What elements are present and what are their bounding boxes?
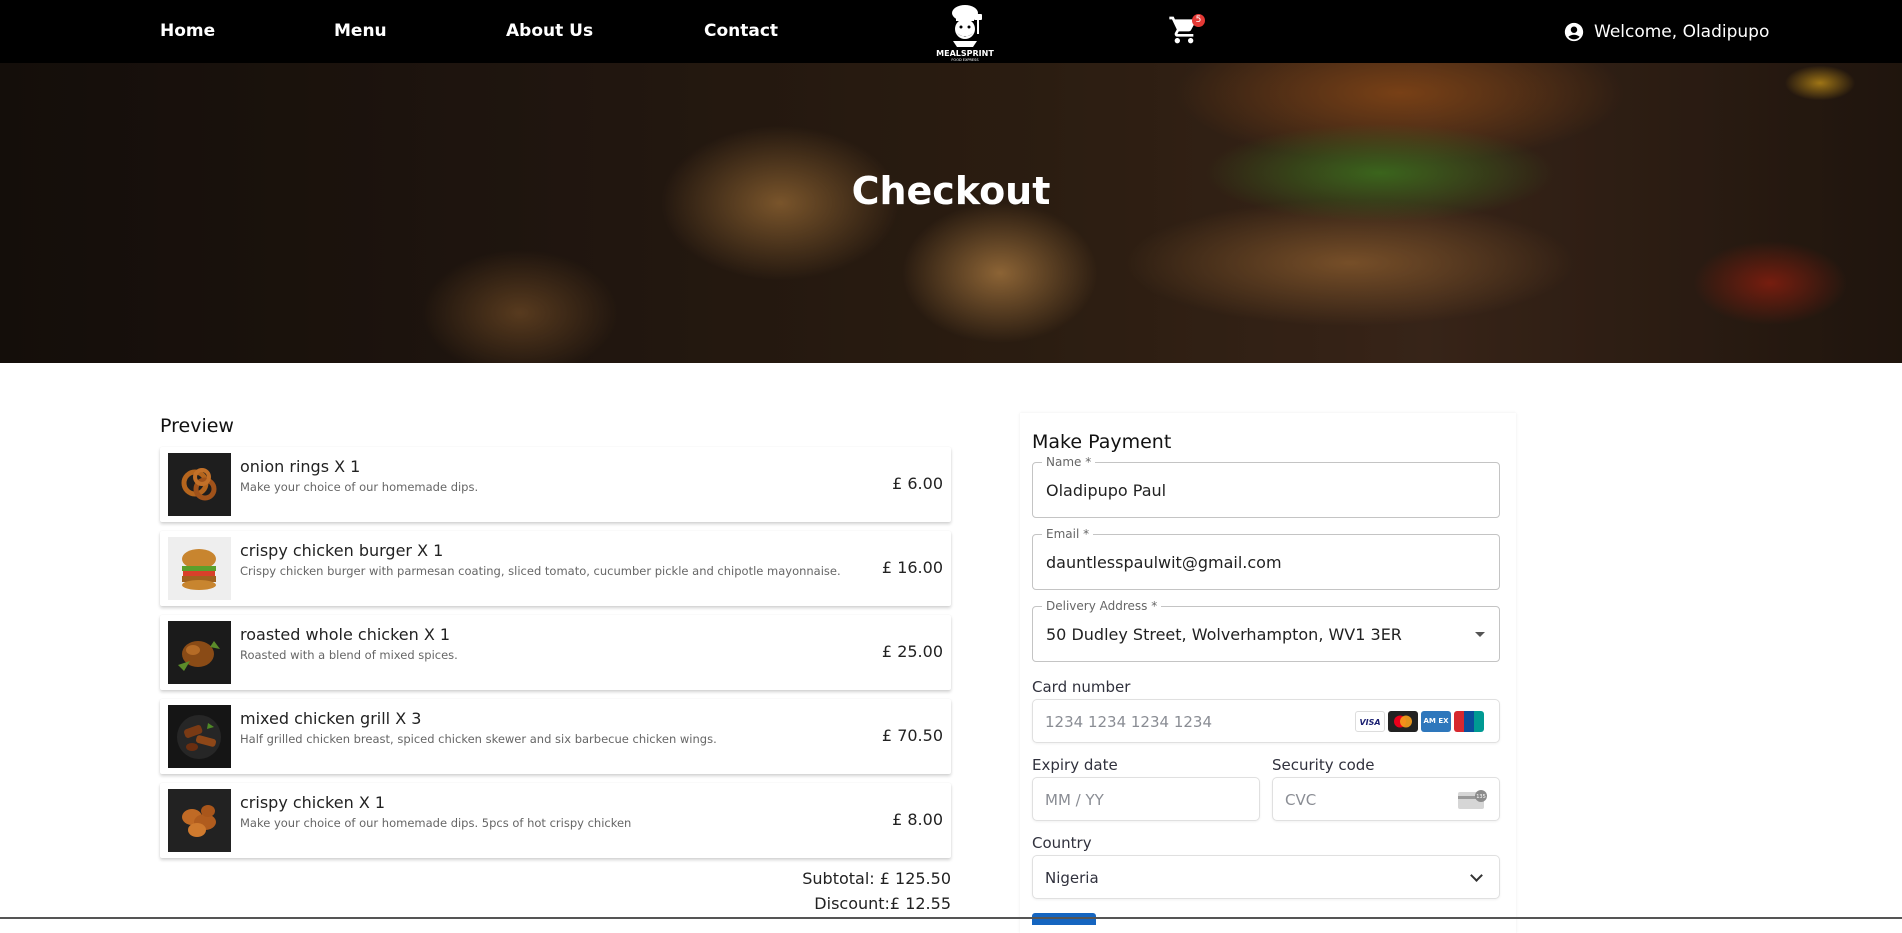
name-field[interactable]: Name * <box>1032 455 1500 518</box>
item-price: £ 6.00 <box>892 474 943 493</box>
security-code-label: Security code <box>1272 756 1375 774</box>
nav-menu-link[interactable]: Menu <box>334 21 387 41</box>
hero-banner: Checkout <box>0 63 1902 363</box>
cvc-placeholder: CVC <box>1285 791 1317 809</box>
chef-logo-icon: MEALSPRINT FOOD EXPRESS <box>936 5 994 62</box>
item-name: mixed chicken grill X 3 <box>240 709 422 728</box>
country-label: Country <box>1032 834 1092 852</box>
expiry-placeholder: MM / YY <box>1045 791 1104 809</box>
preview-heading: Preview <box>160 415 234 437</box>
roasted-chicken-image <box>168 621 231 684</box>
order-item: roasted whole chicken X 1 Roasted with a… <box>160 615 951 690</box>
pay-button[interactable] <box>1032 913 1096 925</box>
page-title: Checkout <box>851 169 1051 213</box>
item-name: crispy chicken burger X 1 <box>240 541 444 560</box>
expiry-label: Expiry date <box>1032 756 1118 774</box>
item-description: Make your choice of our homemade dips. 5… <box>240 816 632 830</box>
card-number-placeholder: 1234 1234 1234 1234 <box>1045 713 1212 731</box>
item-price: £ 70.50 <box>881 726 943 745</box>
nav-contact-link[interactable]: Contact <box>704 21 778 41</box>
order-item: crispy chicken X 1 Make your choice of o… <box>160 783 951 858</box>
visa-icon: VISA <box>1355 711 1385 732</box>
delivery-address-select[interactable]: Delivery Address * 50 Dudley Street, Wol… <box>1032 599 1500 662</box>
email-input[interactable] <box>1046 553 1466 572</box>
dropdown-arrow-icon <box>1475 632 1485 637</box>
item-price: £ 25.00 <box>881 642 943 661</box>
svg-text:135: 135 <box>1476 794 1486 800</box>
item-description: Crispy chicken burger with parmesan coat… <box>240 564 841 578</box>
name-input[interactable] <box>1046 481 1466 500</box>
top-navbar: Home Menu About Us Contact MEALSPRINT FO… <box>0 0 1902 63</box>
amex-icon: AM EX <box>1421 711 1451 732</box>
welcome-text: Welcome, Oladipupo <box>1594 22 1770 42</box>
unionpay-icon <box>1454 711 1484 732</box>
country-value: Nigeria <box>1045 869 1099 887</box>
item-description: Make your choice of our homemade dips. <box>240 480 479 494</box>
country-select[interactable]: Nigeria <box>1032 855 1500 899</box>
mastercard-icon <box>1388 711 1418 732</box>
user-menu[interactable]: Welcome, Oladipupo <box>1563 19 1769 45</box>
cvc-card-icon: 135 <box>1458 790 1488 810</box>
chevron-down-icon <box>1470 869 1483 882</box>
card-number-input[interactable]: 1234 1234 1234 1234 VISA AM EX <box>1032 699 1500 743</box>
svg-text:MEALSPRINT: MEALSPRINT <box>936 49 994 58</box>
cart-count-badge: 5 <box>1192 14 1205 27</box>
email-label: Email * <box>1042 527 1094 541</box>
item-name: onion rings X 1 <box>240 457 361 476</box>
subtotal: Subtotal: £ 125.50 <box>802 869 951 888</box>
security-code-input[interactable]: CVC 135 <box>1272 777 1500 821</box>
name-label: Name * <box>1042 455 1096 469</box>
account-circle-icon <box>1564 22 1584 42</box>
cart-button[interactable]: 5 <box>1168 14 1208 48</box>
order-item: onion rings X 1 Make your choice of our … <box>160 447 951 522</box>
chicken-grill-image <box>168 705 231 768</box>
item-price: £ 16.00 <box>881 558 943 577</box>
payment-heading: Make Payment <box>1032 431 1172 453</box>
discount: Discount:£ 12.55 <box>814 894 951 913</box>
order-item: crispy chicken burger X 1 Crispy chicken… <box>160 531 951 606</box>
item-price: £ 8.00 <box>892 810 943 829</box>
item-name: crispy chicken X 1 <box>240 793 386 812</box>
item-name: roasted whole chicken X 1 <box>240 625 451 644</box>
nav-home-link[interactable]: Home <box>160 21 215 41</box>
email-field[interactable]: Email * <box>1032 527 1500 590</box>
item-description: Roasted with a blend of mixed spices. <box>240 648 458 662</box>
onion-rings-image <box>168 453 231 516</box>
svg-text:FOOD EXPRESS: FOOD EXPRESS <box>951 58 979 62</box>
card-number-label: Card number <box>1032 678 1131 696</box>
item-description: Half grilled chicken breast, spiced chic… <box>240 732 717 746</box>
delivery-address-label: Delivery Address * <box>1042 599 1162 613</box>
nav-about-link[interactable]: About Us <box>506 21 593 41</box>
burger-image <box>168 537 231 600</box>
expiry-input[interactable]: MM / YY <box>1032 777 1260 821</box>
mealsprint-logo[interactable]: MEALSPRINT FOOD EXPRESS <box>925 0 1005 62</box>
delivery-address-value: 50 Dudley Street, Wolverhampton, WV1 3ER <box>1046 625 1402 644</box>
crispy-chicken-image <box>168 789 231 852</box>
order-item: mixed chicken grill X 3 Half grilled chi… <box>160 699 951 774</box>
